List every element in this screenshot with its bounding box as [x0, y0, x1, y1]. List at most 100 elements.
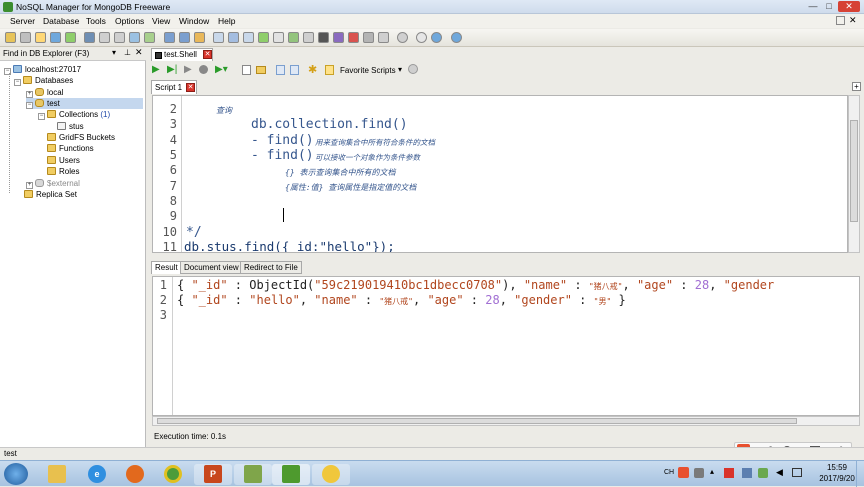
expand-icon[interactable]: +: [26, 91, 33, 98]
result-pane[interactable]: 1 2 3 { "_id" : ObjectId("59c219019410bc…: [152, 276, 860, 416]
add-tab-icon[interactable]: +: [852, 82, 861, 91]
tree-databases[interactable]: − Databases: [14, 75, 73, 86]
favorite-scripts-dropdown-icon[interactable]: ▾: [398, 65, 402, 74]
taskbar-app[interactable]: [312, 464, 350, 485]
mdi-close-icon[interactable]: ✕: [849, 15, 857, 26]
taskbar-chrome[interactable]: [154, 464, 192, 485]
tab-redirect-to-file[interactable]: Redirect to File: [240, 261, 302, 274]
console-icon[interactable]: [318, 32, 329, 43]
mdi-restore-icon[interactable]: [836, 16, 845, 25]
editor-vertical-scrollbar[interactable]: [848, 95, 860, 253]
settings-icon[interactable]: [408, 64, 418, 74]
tab-document-view[interactable]: Document view: [180, 261, 243, 274]
drop-db-icon[interactable]: [50, 32, 61, 43]
scrollbar-thumb[interactable]: [850, 120, 858, 222]
tab-close-icon[interactable]: ✕: [203, 50, 212, 59]
menu-options[interactable]: Options: [115, 16, 144, 26]
pin-icon[interactable]: ⊥: [124, 48, 131, 57]
menu-help[interactable]: Help: [218, 16, 235, 26]
start-button[interactable]: [4, 463, 28, 485]
tree-replica-set[interactable]: Replica Set: [24, 189, 77, 200]
tree-collection-stus[interactable]: stus: [57, 121, 84, 132]
tray-network-icon[interactable]: [742, 468, 752, 478]
connect-icon[interactable]: [5, 32, 16, 43]
tray-volume-icon[interactable]: ◀: [776, 467, 783, 478]
gear-icon[interactable]: [397, 32, 408, 43]
run-dropdown-icon[interactable]: ▶▾: [215, 64, 228, 75]
view-icon[interactable]: [164, 32, 175, 43]
info-icon[interactable]: [431, 32, 442, 43]
tree-functions[interactable]: Functions: [47, 143, 94, 154]
disconnect-icon[interactable]: [20, 32, 31, 43]
run-line-icon[interactable]: ▶|: [167, 64, 177, 75]
stats-icon[interactable]: [179, 32, 190, 43]
tree-roles[interactable]: Roles: [47, 166, 79, 177]
new-db-icon[interactable]: [35, 32, 46, 43]
tab-script-1[interactable]: Script 1 ✕: [151, 80, 197, 94]
taskbar-nosql-manager[interactable]: [272, 464, 310, 485]
grid-icon[interactable]: [228, 32, 239, 43]
tray-display-icon[interactable]: [792, 468, 802, 477]
replace-icon[interactable]: [290, 65, 299, 75]
menu-tools[interactable]: Tools: [86, 16, 106, 26]
open-script-icon[interactable]: [256, 66, 266, 74]
menu-view[interactable]: View: [152, 16, 170, 26]
taskbar-notes[interactable]: [234, 464, 272, 485]
chart-icon[interactable]: [243, 32, 254, 43]
taskbar-ie[interactable]: e: [78, 464, 116, 485]
log-icon[interactable]: [348, 32, 359, 43]
find-dropdown-icon[interactable]: ▾: [112, 48, 116, 57]
taskbar-firefox[interactable]: [116, 464, 154, 485]
minimize-button[interactable]: —: [806, 1, 820, 12]
favorite-icon[interactable]: [325, 65, 334, 75]
result-horizontal-scrollbar[interactable]: [152, 416, 860, 426]
layout-icon[interactable]: [363, 32, 374, 43]
backup-icon[interactable]: [129, 32, 140, 43]
tree-db-external[interactable]: + $external: [26, 178, 80, 189]
gridfs-icon[interactable]: [273, 32, 284, 43]
tree-server[interactable]: − localhost:27017: [4, 64, 81, 75]
table-icon[interactable]: [213, 32, 224, 43]
stop-icon[interactable]: [199, 65, 208, 74]
taskbar-explorer[interactable]: [38, 464, 76, 485]
shell-icon[interactable]: [84, 32, 95, 43]
export-icon[interactable]: [114, 32, 125, 43]
clock[interactable]: 15:59 2017/9/20: [812, 462, 862, 484]
menu-database[interactable]: Database: [43, 16, 79, 26]
tree-icon[interactable]: [258, 32, 269, 43]
monitor-icon[interactable]: [303, 32, 314, 43]
about-icon[interactable]: [451, 32, 462, 43]
menu-server[interactable]: Server: [10, 16, 35, 26]
tray-sogou-icon[interactable]: [678, 467, 689, 478]
find-icon[interactable]: [276, 65, 285, 75]
taskbar-powerpoint[interactable]: P: [194, 464, 232, 485]
menu-window[interactable]: Window: [179, 16, 209, 26]
collapse-icon[interactable]: −: [26, 102, 33, 109]
expand-icon[interactable]: +: [26, 182, 33, 189]
window-icon[interactable]: [333, 32, 344, 43]
tray-tool-icon[interactable]: [694, 468, 704, 478]
tray-language[interactable]: CH: [664, 469, 674, 476]
find-in-db-explorer[interactable]: Find in DB Explorer (F3) ▾ ⊥ ✕: [0, 47, 146, 61]
script-tab-close-icon[interactable]: ✕: [186, 83, 195, 92]
import-icon[interactable]: [99, 32, 110, 43]
favorite-scripts-button[interactable]: Favorite Scripts: [340, 66, 396, 75]
restore-icon[interactable]: [144, 32, 155, 43]
run-icon[interactable]: ▶: [152, 64, 160, 75]
new-script-icon[interactable]: [242, 65, 251, 75]
tray-chat-icon[interactable]: [758, 468, 768, 478]
users-icon[interactable]: [194, 32, 205, 43]
collapse-icon[interactable]: −: [14, 79, 21, 86]
tree-collections[interactable]: − Collections (1): [38, 109, 110, 120]
tree-db-test[interactable]: − test: [26, 98, 143, 109]
collapse-icon[interactable]: −: [38, 113, 45, 120]
scrollbar-thumb[interactable]: [157, 418, 797, 424]
tree-users[interactable]: Users: [47, 155, 80, 166]
options-icon[interactable]: [378, 32, 389, 43]
refresh-icon[interactable]: [65, 32, 76, 43]
tree-db-local[interactable]: + local: [26, 87, 63, 98]
script-editor[interactable]: 2 3 4 5 6 7 8 9 10 11 查询 db.collection.f…: [152, 95, 848, 253]
tree-gridfs[interactable]: GridFS Buckets: [47, 132, 115, 143]
tray-flag-icon[interactable]: [724, 468, 734, 478]
arrow-icon[interactable]: [288, 32, 299, 43]
